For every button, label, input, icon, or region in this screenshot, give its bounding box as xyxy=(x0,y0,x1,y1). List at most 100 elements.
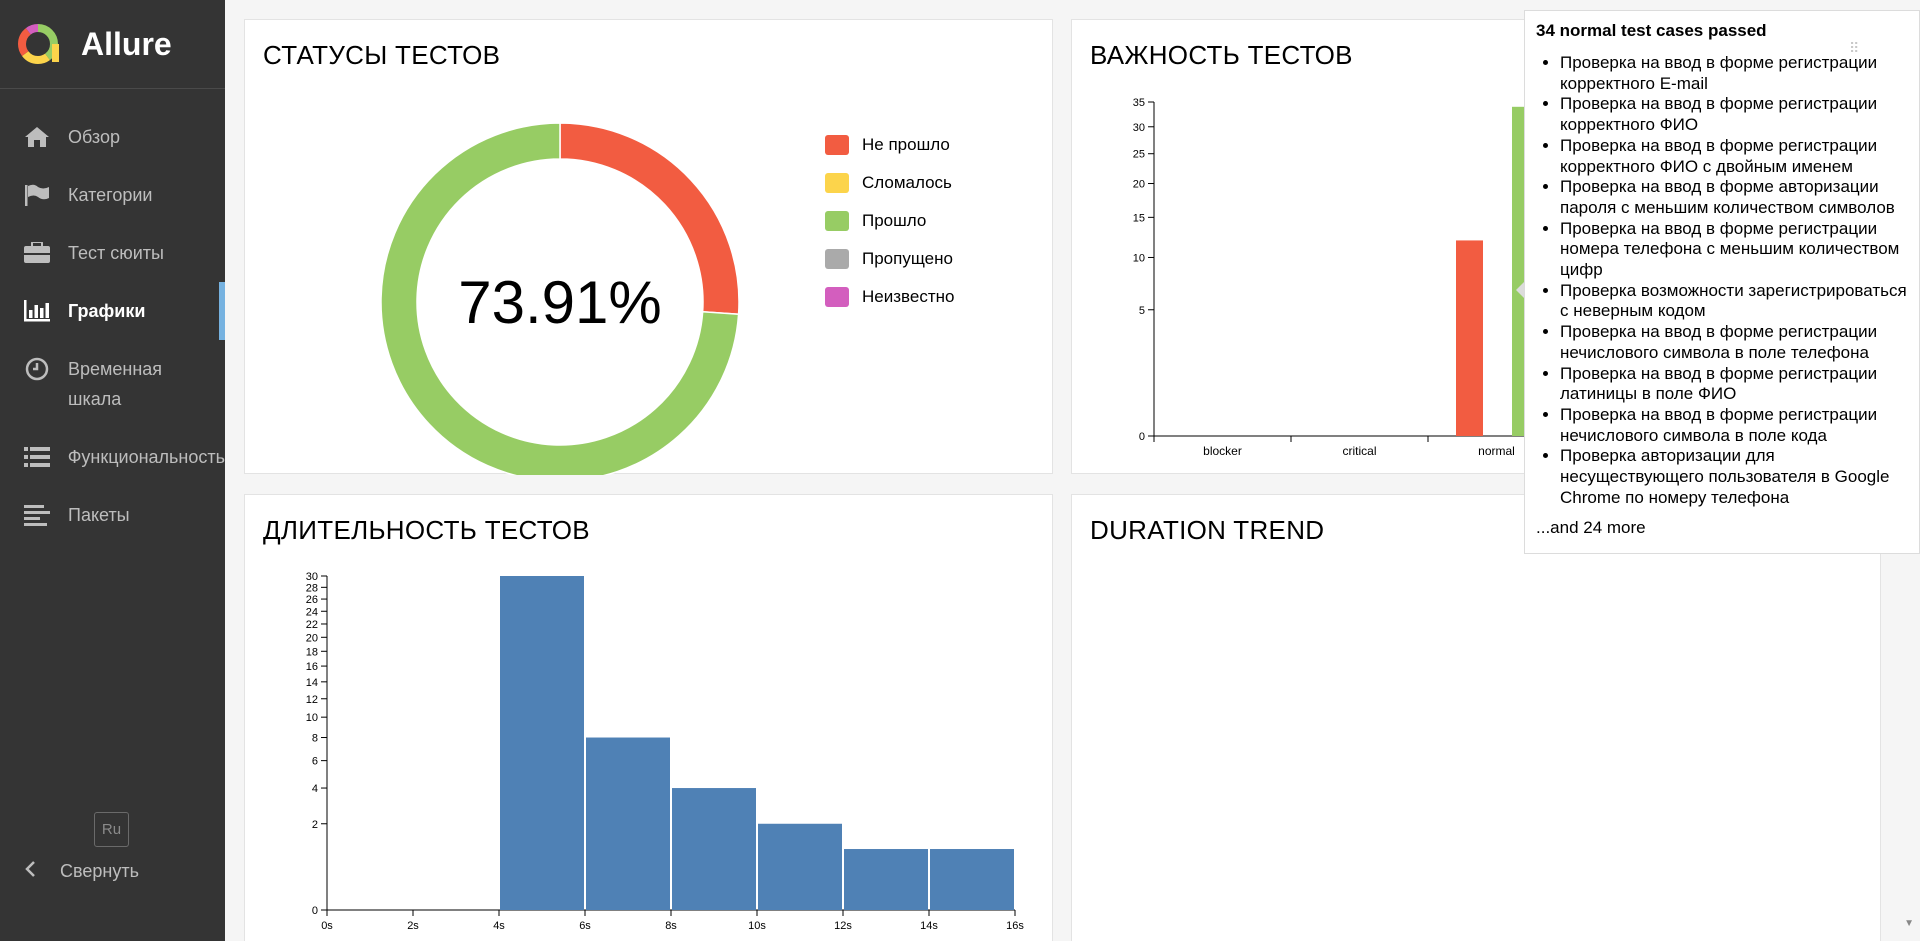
legend-swatch xyxy=(825,173,849,193)
duration-trend-card: DURATION TREND xyxy=(1071,494,1881,941)
y-tick-label: 22 xyxy=(306,619,318,631)
tooltip-title: 34 normal test cases passed xyxy=(1536,21,1767,40)
duration-histogram: 0246810121416182022242628300s 2s 4s 6s 8s 10s… xyxy=(306,571,1025,932)
sidebar-item-overview[interactable]: Обзор xyxy=(0,108,225,166)
y-tick-label: 24 xyxy=(306,606,318,618)
legend-label: Прошло xyxy=(862,211,927,230)
y-tick-label: 6 xyxy=(312,756,318,768)
sidebar-item-label-line2: шкала xyxy=(68,389,122,409)
sidebar-item-label: Категории xyxy=(68,185,153,205)
pie-center-label: 73.91% xyxy=(458,269,662,336)
home-icon xyxy=(22,124,52,150)
x-tick-label: 8s xyxy=(665,920,677,932)
clock-icon xyxy=(22,356,52,382)
y-tick-label: 30 xyxy=(306,571,318,583)
histogram-bar xyxy=(586,737,670,910)
sidebar-item-label: Функциональность xyxy=(67,447,225,467)
x-tick-label: 14s xyxy=(920,920,938,932)
legend-swatch xyxy=(825,135,849,155)
legend-swatch xyxy=(825,211,849,231)
tooltip-list-item: Проверка на ввод в форме регистрации лат… xyxy=(1560,364,1908,405)
tooltip-list-item: Проверка на ввод в форме регистрации ном… xyxy=(1560,219,1908,281)
sidebar-item-label: Тест сюиты xyxy=(68,243,164,263)
chevron-left-icon xyxy=(24,860,36,883)
sidebar-item-label: Обзор xyxy=(68,127,120,147)
y-tick-label: 18 xyxy=(306,646,318,658)
tooltip-list-item: Проверка на ввод в форме регистрации неч… xyxy=(1560,405,1908,446)
tooltip-list-item: Проверка на ввод в форме регистрации кор… xyxy=(1560,136,1908,177)
collapse-label: Свернуть xyxy=(60,861,139,881)
brand[interactable]: Allure xyxy=(0,0,225,89)
sidebar-item-packages[interactable]: Пакеты xyxy=(0,486,225,544)
tooltip-list-item: Проверка на ввод в форме регистрации неч… xyxy=(1560,322,1908,363)
collapse-button[interactable]: Свернуть xyxy=(24,860,139,883)
y-tick-label: 4 xyxy=(312,783,318,795)
y-tick-label: 20 xyxy=(306,632,318,644)
y-tick-label: 12 xyxy=(306,694,318,706)
legend-item-broken[interactable]: Сломалось xyxy=(825,164,954,202)
y-tick-label: 15 xyxy=(1133,212,1145,224)
legend-label: Сломалось xyxy=(862,173,952,192)
histogram-bar xyxy=(500,576,584,910)
y-tick-label: 8 xyxy=(312,733,318,745)
legend-item-unknown[interactable]: Неизвестно xyxy=(825,278,954,316)
y-tick-label: 2 xyxy=(312,819,318,831)
y-tick-label: 0 xyxy=(1139,431,1145,443)
legend-label: Неизвестно xyxy=(862,287,955,306)
legend-item-skipped[interactable]: Пропущено xyxy=(825,240,954,278)
x-tick-label: 2s xyxy=(407,920,419,932)
y-tick-label: 16 xyxy=(306,661,318,673)
legend-label: Не прошло xyxy=(862,135,950,154)
y-tick-label: 5 xyxy=(1139,305,1145,317)
sidebar-item-behaviors[interactable]: Функциональность xyxy=(0,428,225,486)
sidebar-item-categories[interactable]: Категории xyxy=(0,166,225,224)
chart-tooltip: 34 normal test cases passed ⠿ Проверка н… xyxy=(1516,10,1920,554)
legend-item-failed[interactable]: Не прошло xyxy=(825,126,954,164)
x-tick-label: critical xyxy=(1342,444,1376,458)
x-tick-label: 12s xyxy=(834,920,852,932)
y-tick-label: 25 xyxy=(1133,149,1145,161)
sidebar-item-graphs[interactable]: Графики xyxy=(0,282,225,340)
legend-swatch xyxy=(825,287,849,307)
drag-handle-icon[interactable]: ⠿ xyxy=(1849,40,1859,57)
y-tick-label: 20 xyxy=(1133,179,1145,191)
allure-logo-icon xyxy=(18,24,59,64)
y-tick-label: 10 xyxy=(306,712,318,724)
duration-card: ДЛИТЕЛЬНОСТЬ ТЕСТОВ 0 2 4 6 8 10 12 14 16 18 20 22 2… xyxy=(244,494,1053,941)
histogram-bar xyxy=(672,788,756,910)
tooltip-list-item: Проверка возможности зарегистрироваться … xyxy=(1560,281,1908,322)
y-tick-label: 0 xyxy=(312,905,318,917)
y-tick-label: 26 xyxy=(306,594,318,606)
y-tick-label: 14 xyxy=(306,677,318,689)
y-tick-label: 35 xyxy=(1133,97,1145,109)
bar-chart-icon xyxy=(22,298,52,324)
x-tick-label: 0s xyxy=(321,920,333,932)
status-card: СТАТУСЫ ТЕСТОВ 73.91% Не прошло Сломалос… xyxy=(244,19,1053,475)
sidebar-item-label: Временная шкала xyxy=(68,354,162,414)
language-button[interactable]: Ru xyxy=(94,812,129,847)
tooltip-list-item: Проверка на ввод в форме авторизации пар… xyxy=(1560,177,1908,218)
scroll-down-arrow-icon[interactable]: ▼ xyxy=(1904,918,1914,929)
flag-icon xyxy=(22,182,52,208)
tooltip-more: ...and 24 more xyxy=(1536,518,1646,538)
tooltip-list-item: Проверка на ввод в форме регистрации кор… xyxy=(1560,94,1908,135)
tooltip-list: Проверка на ввод в форме регистрации кор… xyxy=(1536,53,1908,508)
x-tick-label: 6s xyxy=(579,920,591,932)
x-tick-label: 4s xyxy=(493,920,505,932)
x-tick-label: blocker xyxy=(1203,444,1242,458)
sidebar-item-suites[interactable]: Тест сюиты xyxy=(0,224,225,282)
legend-item-passed[interactable]: Прошло xyxy=(825,202,954,240)
x-tick-label: 10s xyxy=(748,920,766,932)
histogram-bar xyxy=(844,849,928,910)
app-name: Allure xyxy=(81,25,172,62)
sidebar-item-label: Пакеты xyxy=(68,505,130,525)
tooltip-list-item: Проверка на ввод в форме регистрации кор… xyxy=(1560,53,1908,94)
sidebar-item-timeline[interactable]: Временная шкала xyxy=(0,340,225,428)
card-title: DURATION TREND xyxy=(1090,515,1325,545)
bar xyxy=(1456,240,1483,436)
briefcase-icon xyxy=(22,240,52,266)
legend-swatch xyxy=(825,249,849,269)
tooltip-list-item: Проверка авторизации для несуществующего… xyxy=(1560,446,1908,508)
histogram-bar xyxy=(930,849,1014,910)
x-tick-label: normal xyxy=(1478,444,1515,458)
